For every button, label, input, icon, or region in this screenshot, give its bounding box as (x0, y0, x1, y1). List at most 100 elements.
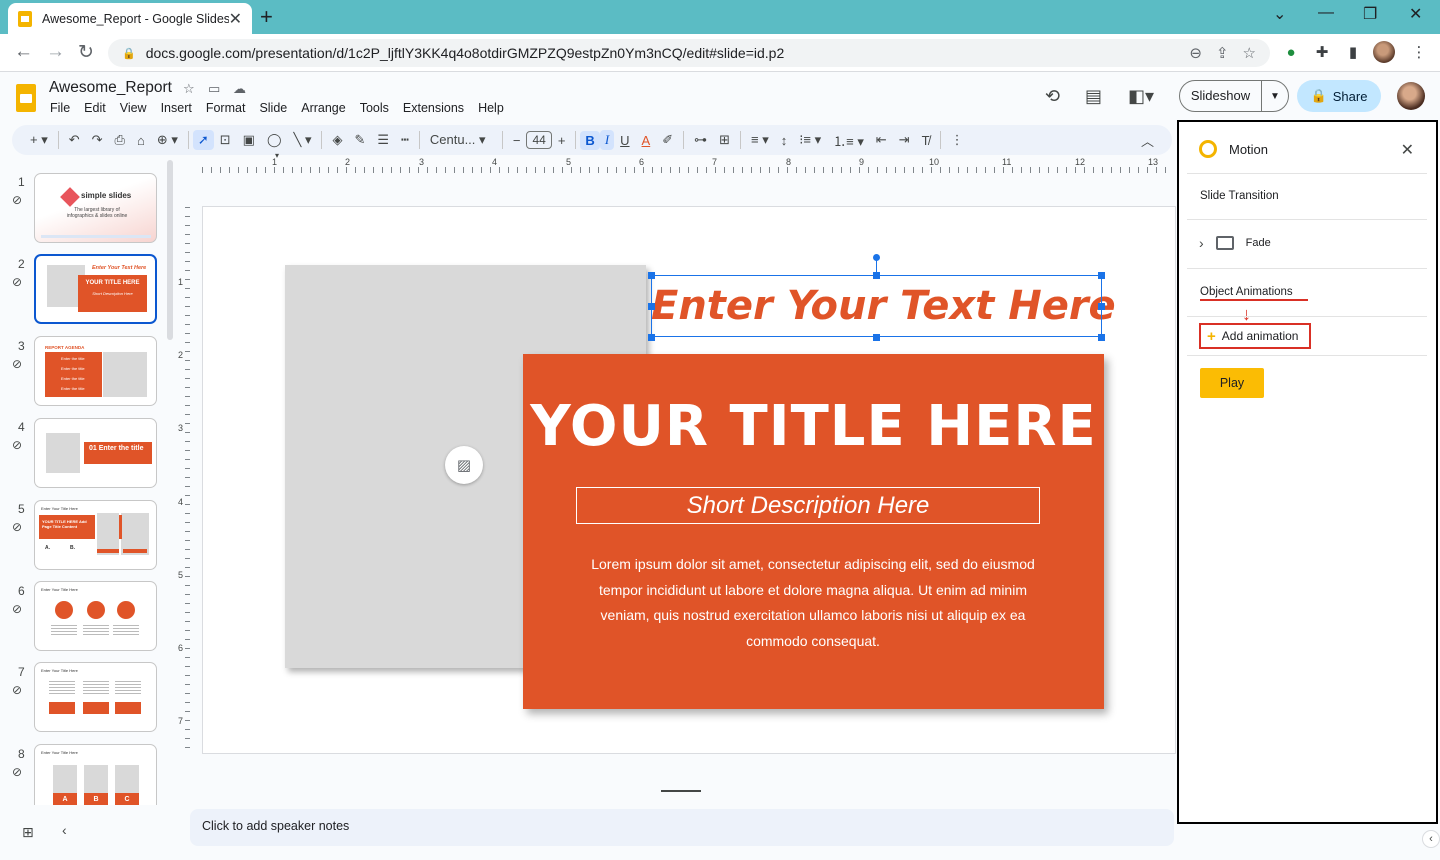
restore-button[interactable]: ❐ (1363, 4, 1377, 24)
title-card[interactable]: YOUR TITLE HERE Short Description Here L… (523, 354, 1104, 709)
slide-description[interactable]: Short Description Here (576, 487, 1040, 524)
cloud-status-icon[interactable]: ☁ (233, 81, 246, 97)
reload-icon[interactable]: ↻ (78, 41, 94, 64)
decrease-font-size-icon[interactable]: − (507, 133, 527, 148)
resize-handle[interactable] (648, 334, 655, 341)
move-folder-icon[interactable]: ▭ (208, 81, 220, 97)
slide-thumbnail-1[interactable]: simple slides The largest library of inf… (34, 173, 157, 243)
align-icon[interactable]: ≡ ▾ (745, 132, 775, 148)
star-icon[interactable]: ☆ (183, 81, 195, 97)
minimize-button[interactable]: — (1318, 4, 1334, 22)
collapse-filmstrip-icon[interactable]: ‹ (62, 822, 67, 838)
line-icon[interactable]: ╲ ▾ (288, 132, 318, 148)
resize-handle[interactable] (873, 334, 880, 341)
font-select[interactable]: Centu... ▾ (424, 132, 498, 148)
add-animation-button[interactable]: + Add animation (1199, 323, 1311, 349)
select-icon[interactable]: ➚ (192, 130, 214, 150)
redo-icon[interactable]: ↷ (86, 132, 109, 148)
zoom-icon[interactable]: ⊖ (1189, 44, 1202, 62)
resize-handle[interactable] (1098, 334, 1105, 341)
menu-help[interactable]: Help (471, 101, 511, 115)
link-icon[interactable]: ⊶ (688, 132, 713, 148)
share-page-icon[interactable]: ⇪ (1216, 44, 1229, 62)
resize-handle[interactable] (1098, 272, 1105, 279)
menu-edit[interactable]: Edit (77, 101, 113, 115)
menu-view[interactable]: View (113, 101, 154, 115)
speaker-notes[interactable]: Click to add speaker notes (190, 809, 1174, 846)
slide-thumbnail-8[interactable]: Enter Your Title Here A B C (34, 744, 157, 805)
undo-icon[interactable]: ↶ (63, 132, 86, 148)
forward-icon[interactable]: → (46, 41, 65, 63)
side-panel-icon[interactable]: ▮ (1342, 41, 1364, 63)
url-field[interactable]: 🔒 docs.google.com/presentation/d/1c2P_lj… (108, 39, 1270, 67)
menu-format[interactable]: Format (199, 101, 253, 115)
line-spacing-icon[interactable]: ↕ (775, 133, 794, 148)
border-weight-icon[interactable]: ☰ (371, 132, 395, 148)
chevron-right-icon[interactable]: › (1199, 235, 1204, 251)
slide-canvas[interactable]: ▨ YOUR TITLE HERE Short Description Here… (202, 206, 1176, 754)
insert-image-icon[interactable]: ▨ (445, 446, 483, 484)
share-button[interactable]: 🔒 Share (1297, 80, 1381, 112)
horizontal-ruler[interactable]: 1 ▾ 2 3 4 5 6 7 8 9 10 11 12 13 (202, 151, 1174, 173)
browser-tab[interactable]: Awesome_Report - Google Slides ✕ (8, 3, 252, 34)
italic-icon[interactable]: I (599, 130, 615, 150)
border-dash-icon[interactable]: ┅ (395, 132, 415, 148)
close-icon[interactable]: ✕ (1401, 140, 1414, 160)
menu-slide[interactable]: Slide (252, 101, 294, 115)
new-slide-icon[interactable]: + ▾ (24, 132, 54, 148)
text-color-icon[interactable]: A (636, 133, 657, 148)
tab-search-icon[interactable]: ⌄ (1273, 4, 1286, 24)
comment-icon[interactable]: ⊞ (713, 132, 736, 148)
version-history-icon[interactable]: ⟲ (1045, 86, 1060, 107)
expand-side-panel-icon[interactable]: ‹ (1422, 830, 1440, 848)
tab-close-icon[interactable]: ✕ (229, 9, 242, 29)
clear-formatting-icon[interactable]: T̸ (916, 133, 936, 148)
slide-thumbnail-2[interactable]: Enter Your Text Here YOUR TITLE HERE Sho… (34, 254, 157, 324)
underline-icon[interactable]: U (614, 133, 635, 148)
collapse-toolbar-icon[interactable]: ︿ (1135, 131, 1160, 150)
grammarly-extension-icon[interactable]: ● (1280, 41, 1302, 63)
bookmark-star-icon[interactable]: ☆ (1243, 44, 1256, 62)
profile-avatar[interactable] (1373, 41, 1395, 63)
resize-handle[interactable] (648, 303, 655, 310)
slides-logo-icon[interactable] (16, 84, 36, 112)
slide-thumbnail-3[interactable]: REPORT AGENDA Enter the title Enter the … (34, 336, 157, 406)
zoom-icon[interactable]: ⊕ ▾ (151, 132, 184, 148)
decrease-indent-icon[interactable]: ⇤ (870, 132, 893, 148)
fill-color-icon[interactable]: ◈ (326, 132, 348, 148)
rotate-handle[interactable] (873, 254, 880, 261)
border-color-icon[interactable]: ✎ (348, 132, 371, 148)
slide-thumbnail-6[interactable]: Enter Your Title Here (34, 581, 157, 651)
new-tab-button[interactable]: + (260, 4, 273, 30)
slide-body-text[interactable]: Lorem ipsum dolor sit amet, consectetur … (583, 552, 1043, 654)
font-size-input[interactable]: 44 (526, 131, 552, 149)
bulleted-list-icon[interactable]: ⁝≡ ▾ (793, 132, 827, 148)
image-icon[interactable]: ▣ (237, 132, 261, 148)
transition-row[interactable]: › Fade (1199, 235, 1271, 251)
numbered-list-icon[interactable]: ⒈≡ ▾ (827, 131, 870, 150)
back-icon[interactable]: ← (14, 41, 33, 63)
menu-extensions[interactable]: Extensions (396, 101, 471, 115)
text-box-icon[interactable]: ⊡ (214, 132, 237, 148)
resize-handle[interactable] (873, 272, 880, 279)
increase-indent-icon[interactable]: ⇥ (893, 132, 916, 148)
meet-camera-icon[interactable]: ◧▾ (1128, 86, 1154, 107)
extensions-puzzle-icon[interactable]: ✚ (1311, 41, 1333, 63)
close-window-button[interactable]: ✕ (1409, 4, 1422, 24)
resize-handle[interactable] (648, 272, 655, 279)
slideshow-dropdown-icon[interactable]: ▼ (1262, 91, 1288, 102)
grid-view-icon[interactable]: ⊞ (22, 824, 34, 841)
document-title[interactable]: Awesome_Report (49, 79, 172, 97)
menu-file[interactable]: File (43, 101, 77, 115)
menu-arrange[interactable]: Arrange (294, 101, 352, 115)
notes-resize-handle[interactable] (661, 790, 701, 792)
menu-insert[interactable]: Insert (154, 101, 199, 115)
increase-font-size-icon[interactable]: + (552, 133, 572, 148)
play-button[interactable]: Play (1200, 368, 1264, 398)
vertical-ruler[interactable]: 1 2 3 4 5 6 7 (176, 207, 190, 753)
resize-handle[interactable] (1098, 303, 1105, 310)
bold-icon[interactable]: B (580, 130, 600, 150)
slide-thumbnail-5[interactable]: Enter Your Title Here YOUR TITLE HERE Ad… (34, 500, 157, 570)
menu-tools[interactable]: Tools (353, 101, 396, 115)
slideshow-label[interactable]: Slideshow (1180, 81, 1262, 111)
